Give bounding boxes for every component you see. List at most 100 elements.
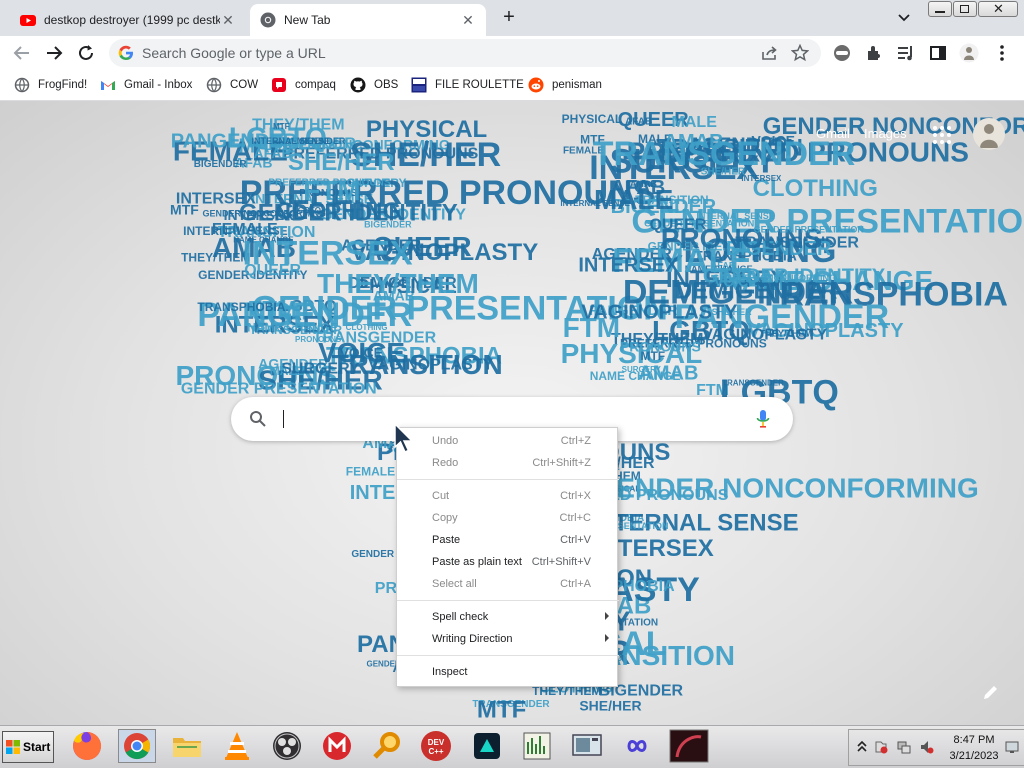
bookmark-label: COW [230,79,259,91]
wordcloud-word: THEY/THEM [317,268,479,299]
wordcloud-word: GENDER IDENTITY [703,265,886,287]
star-icon[interactable] [791,44,809,62]
bookmark-label: OBS [374,79,399,91]
extension-eye-icon[interactable] [832,43,852,63]
menu-item-paste-plain[interactable]: Paste as plain text Ctrl+Shift+V [397,552,619,574]
bookmark-cow[interactable]: COW [206,77,258,93]
action-center-warning-icon[interactable] [874,740,888,754]
start-label: Start [23,740,51,754]
customize-pencil-icon[interactable] [982,683,1000,701]
tab-label: destkop destroyer (1999 pc destkop [44,13,220,27]
close-window-button[interactable]: ✕ [978,1,1018,17]
menu-item-shortcut: Ctrl+V [560,534,591,546]
bookmark-penisman[interactable]: penisman [528,77,602,93]
omnibox-placeholder: Search Google or type a URL [142,45,326,61]
github-icon [350,77,366,93]
search-tool-icon[interactable] [371,730,403,762]
menu-item-shortcut: Ctrl+Shift+V [531,556,591,568]
profile-avatar-icon[interactable] [959,43,979,63]
vlc-icon[interactable] [221,730,253,762]
bookmark-gmail[interactable]: Gmail - Inbox [100,77,192,93]
images-link[interactable]: Images [864,126,907,141]
wordcloud-word: GENDER NONCONFORMING [595,473,979,504]
file-roulette-icon [411,77,427,93]
network-icon[interactable] [897,740,911,754]
wordcloud-word: PHYSICAL [562,112,623,126]
wordcloud-word: LGBTQ [293,206,321,215]
share-icon[interactable] [761,45,779,61]
volume-muted-icon[interactable] [920,740,934,754]
side-panel-icon[interactable] [928,43,948,63]
screen-app-icon[interactable] [571,730,603,762]
extensions-icon[interactable] [864,43,884,63]
google-icon [118,45,133,60]
menu-item-undo[interactable]: Undo Ctrl+Z [397,431,619,453]
tab-new-tab[interactable]: New Tab ✕ [250,4,486,36]
close-icon[interactable]: ✕ [220,12,236,28]
search-icon [250,411,266,427]
apps-grid-icon[interactable] [932,125,952,145]
wordcloud-word: MTF [477,696,526,723]
minimize-button[interactable] [928,1,952,17]
menu-item-select-all[interactable]: Select all Ctrl+A [397,574,619,596]
bookmark-file-roulette[interactable]: FILE ROULETTE [411,77,524,93]
microphone-icon[interactable] [755,409,771,429]
gmail-link[interactable]: Gmail [816,126,850,141]
clock-date: 3/21/2023 [949,750,999,762]
menu-item-redo[interactable]: Redo Ctrl+Shift+Z [397,453,619,475]
windows-flag-icon [6,740,20,754]
wordcloud-word: QUEER [649,216,706,233]
media-control-icon[interactable] [896,43,916,63]
menu-separator [397,479,619,480]
start-button[interactable]: Start [2,731,54,763]
file-explorer-icon[interactable] [171,730,203,762]
devcpp-button[interactable]: DEV C++ [420,730,452,762]
mega-icon[interactable] [321,730,353,762]
new-tab-button[interactable]: + [497,7,521,28]
close-icon[interactable]: ✕ [460,12,476,28]
chevron-up-icon[interactable] [855,740,869,754]
wordcloud-word: VAGINOPLASTY [581,301,738,323]
wordcloud-word: NAME CHANGE [247,321,338,335]
bookmark-frogfind[interactable]: FrogFind! [14,77,87,93]
profile-avatar[interactable] [973,118,1005,150]
menu-item-cut[interactable]: Cut Ctrl+X [397,486,619,508]
wordcloud-word: PRONOUNS [295,335,342,344]
restore-button[interactable] [953,1,977,17]
bookmark-compaq[interactable]: compaq [271,77,336,93]
menu-item-inspect[interactable]: Inspect [397,662,619,684]
omnibox[interactable]: Search Google or type a URL [109,39,821,67]
menu-item-paste[interactable]: Paste Ctrl+V [397,530,619,552]
audio-editor-icon[interactable] [521,730,553,762]
menu-item-label: Inspect [432,666,468,678]
obs-icon[interactable] [271,730,303,762]
menu-item-label: Undo [432,435,459,447]
tab-youtube[interactable]: destkop destroyer (1999 pc destkop ✕ [10,4,246,36]
show-desktop-icon[interactable] [1005,740,1019,754]
filmora-icon[interactable] [471,730,503,762]
menu-item-spell-check[interactable]: Spell check [397,607,619,629]
infinity-app-icon[interactable] [621,730,653,762]
back-icon[interactable] [11,42,33,64]
bookmark-obs[interactable]: OBS [350,77,398,93]
wordcloud-word: THEY/THEM [760,328,812,338]
menu-dots-icon[interactable] [992,43,1012,63]
reddit-icon [528,77,544,93]
wordcloud-word: GENDER PRESENTATION [754,224,864,234]
taskbar-chrome-button[interactable] [118,729,156,763]
chevron-down-icon[interactable] [894,10,914,26]
forward-icon[interactable] [43,42,65,64]
wordcloud-word: TRANSPHOBIA [197,300,285,314]
reload-icon[interactable] [75,42,97,64]
firefox-icon[interactable] [71,730,103,762]
chrome-window: destkop destroyer (1999 pc destkop ✕ New… [0,0,1024,768]
menu-item-label: Writing Direction [432,633,513,645]
menu-item-writing-direction[interactable]: Writing Direction [397,629,619,651]
taskbar-clock[interactable]: 8:47 PM 3/21/2023 [946,732,1002,764]
maroon-app-icon[interactable] [669,729,709,763]
menu-item-label: Paste as plain text [432,556,522,568]
menu-item-shortcut: Ctrl+A [560,578,591,590]
menu-item-label: Paste [432,534,461,546]
menu-item-copy[interactable]: Copy Ctrl+C [397,508,619,530]
wordcloud-word: GENDER IDENTITY [239,199,458,226]
